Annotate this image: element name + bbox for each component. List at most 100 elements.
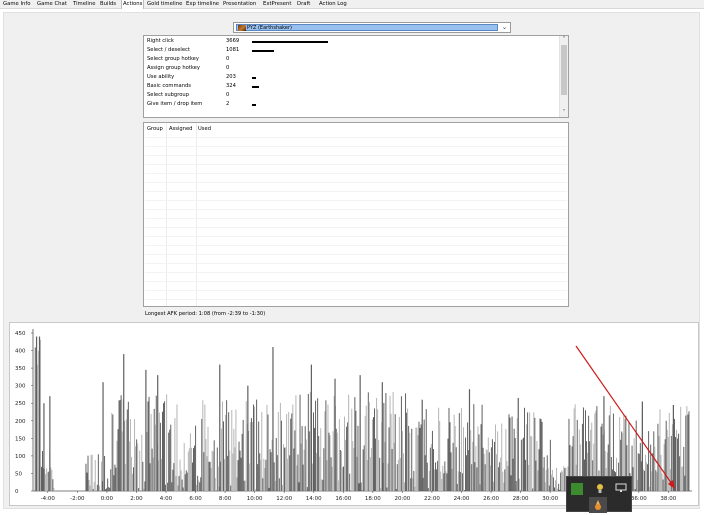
scroll-thumb[interactable] <box>561 45 567 95</box>
activity-bar <box>421 424 422 491</box>
activity-peak-bar <box>219 365 220 491</box>
activity-bar <box>500 457 501 491</box>
actions-scrollbar[interactable]: ˄ ˅ <box>559 36 568 117</box>
activity-bar <box>414 487 415 491</box>
activity-bar <box>646 462 647 491</box>
tab-extpresent[interactable]: ExtPresent <box>262 0 292 9</box>
activity-bar <box>561 470 562 491</box>
activity-bar <box>541 419 542 491</box>
activity-bar <box>534 418 535 491</box>
activity-bar <box>352 441 353 491</box>
activity-bar <box>671 436 672 491</box>
activity-bar <box>241 458 242 491</box>
activity-bar <box>432 431 433 491</box>
activity-bar <box>404 482 405 491</box>
action-row[interactable]: Basic commands324 <box>144 82 554 91</box>
activity-bar <box>132 474 133 491</box>
activity-bar <box>562 472 563 491</box>
groups-header-used[interactable]: Used <box>198 126 211 133</box>
action-row[interactable]: Right click3669 <box>144 37 554 46</box>
activity-bar <box>399 417 400 491</box>
tab-gold-timeline[interactable]: Gold timeline <box>146 0 183 9</box>
activity-bar <box>649 487 650 491</box>
tab-presentation[interactable]: Presentation <box>222 0 257 9</box>
activity-bar <box>232 454 233 491</box>
action-label: Give item / drop item <box>147 100 202 109</box>
tab-exp-timeline[interactable]: Exp timeline <box>185 0 220 9</box>
activity-bar <box>501 424 502 491</box>
tab-game-chat[interactable]: Game Chat <box>36 0 68 9</box>
action-label: Select group hotkey <box>147 55 199 64</box>
activity-bar <box>309 431 310 491</box>
tab-game-info[interactable]: Game Info <box>2 0 31 9</box>
scroll-up-icon[interactable]: ˄ <box>560 36 568 44</box>
activity-bar <box>655 470 656 491</box>
action-count: 0 <box>226 55 229 64</box>
activity-bar <box>675 437 676 491</box>
action-row[interactable]: Use ability203 <box>144 73 554 82</box>
activity-bar <box>314 428 315 491</box>
lightbulb-icon[interactable] <box>594 482 606 494</box>
activity-bar <box>552 470 553 491</box>
activity-bar <box>304 450 305 491</box>
x-tick-label: 38:00 <box>660 496 676 502</box>
activity-bar <box>563 466 564 491</box>
action-row[interactable]: Select group hotkey 0 <box>144 55 554 64</box>
tray-item-highlight[interactable] <box>589 497 607 513</box>
activity-bar <box>217 448 218 491</box>
action-row[interactable]: Assign group hotkey0 <box>144 64 554 73</box>
activity-bar <box>663 480 664 491</box>
action-row[interactable]: Select / deselect1081 <box>144 46 554 55</box>
activity-bar <box>376 398 377 491</box>
activity-bar <box>229 451 230 491</box>
activity-bar <box>633 467 634 491</box>
activity-bar <box>264 468 265 491</box>
tab-builds[interactable]: Builds <box>99 0 117 9</box>
chevron-down-icon[interactable]: ⌄ <box>500 23 509 32</box>
activity-bar <box>491 447 492 491</box>
activity-bar <box>478 434 479 491</box>
tab-draft[interactable]: Draft <box>296 0 311 9</box>
groups-header-assigned[interactable]: Assigned <box>169 126 192 133</box>
activity-bar <box>408 426 409 491</box>
activity-bar <box>144 481 145 491</box>
activity-bar <box>651 471 652 491</box>
groups-header-group[interactable]: Group <box>147 126 163 133</box>
scroll-down-icon[interactable]: ˅ <box>560 109 568 117</box>
groups-table[interactable]: Group Assigned Used <box>143 122 569 307</box>
monitor-icon[interactable] <box>615 482 627 494</box>
activity-bar <box>317 398 318 491</box>
player-dropdown-selection[interactable]: PYZ (Earthshaker) <box>236 24 498 31</box>
activity-bar <box>416 428 417 491</box>
activity-bar <box>436 469 437 491</box>
nvidia-icon[interactable] <box>571 483 583 495</box>
activity-bar <box>252 422 253 491</box>
activity-bar <box>505 429 506 491</box>
activity-bar <box>532 488 533 491</box>
activity-bar <box>494 442 495 491</box>
activity-bar <box>146 432 147 491</box>
tab-actions[interactable]: Actions <box>121 0 144 9</box>
activity-bar <box>440 472 441 491</box>
activity-bar <box>639 454 640 491</box>
tab-timeline[interactable]: Timeline <box>72 0 97 9</box>
actions-list[interactable]: ˄ ˅ Right click3669Select / deselect1081… <box>143 35 569 118</box>
activity-bar <box>364 445 365 491</box>
activity-bar <box>245 481 246 491</box>
player-dropdown[interactable]: PYZ (Earthshaker) ⌄ <box>233 22 511 33</box>
action-count: 1081 <box>226 46 239 55</box>
activity-bar <box>176 404 177 491</box>
activity-bar <box>46 468 47 491</box>
activity-bar <box>104 456 105 491</box>
activity-bar <box>406 413 407 491</box>
activity-bar <box>653 431 654 491</box>
activity-bar <box>261 412 262 491</box>
tab-action-log[interactable]: Action Log <box>318 0 348 9</box>
activity-bar <box>203 452 204 491</box>
activity-peak-bar <box>102 382 103 491</box>
action-row[interactable]: Give item / drop item2 <box>144 100 554 109</box>
activity-bar <box>197 476 198 491</box>
activity-bar <box>192 463 193 491</box>
action-row[interactable]: Select subgroup0 <box>144 91 554 100</box>
activity-bar <box>178 485 179 491</box>
